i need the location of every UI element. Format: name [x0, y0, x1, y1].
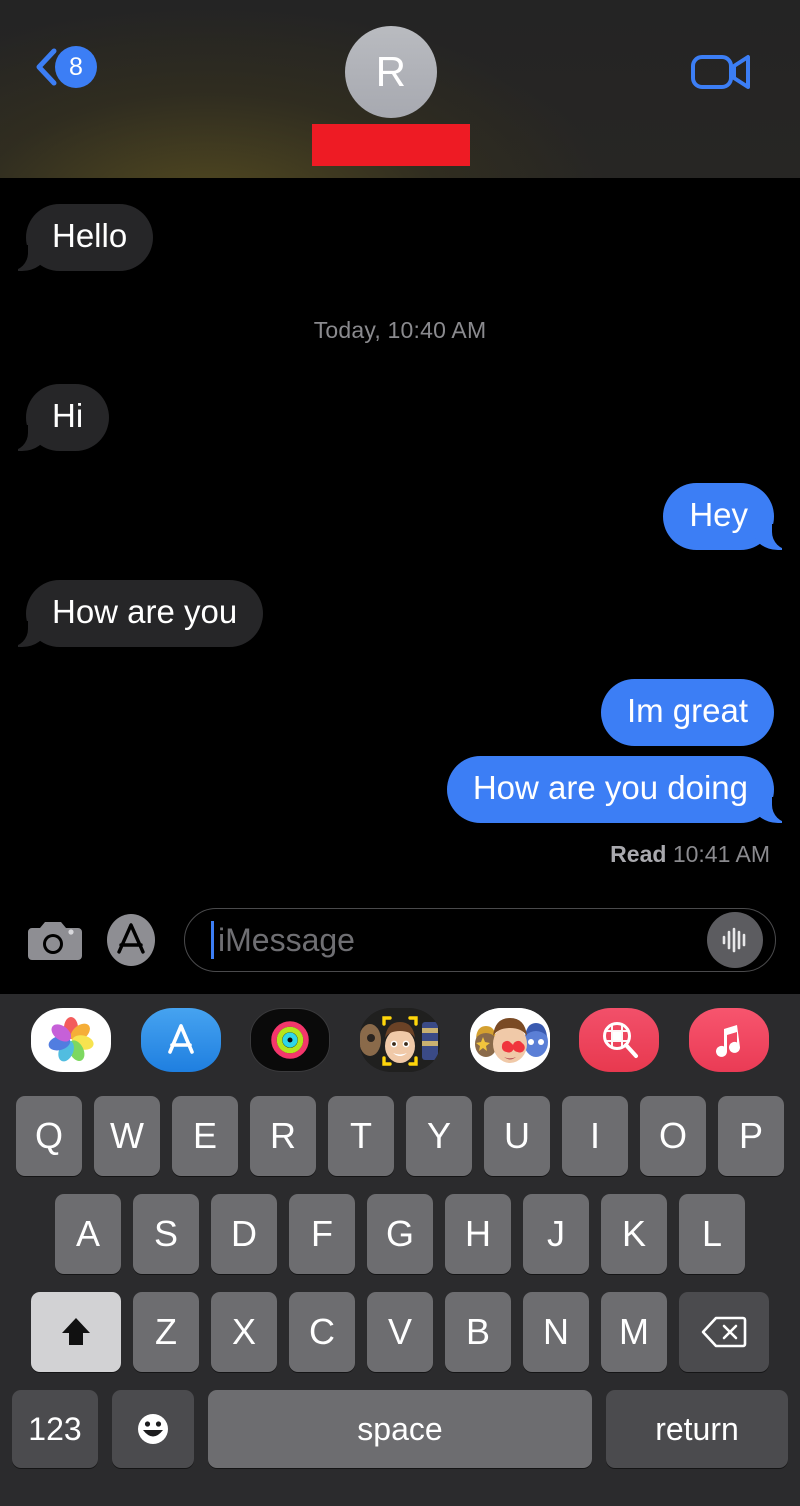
- memoji-stickers-app-icon[interactable]: [469, 1008, 550, 1072]
- message-bubble-outgoing[interactable]: How are you doing: [446, 755, 797, 823]
- keyboard-row-4: 123 space return: [6, 1390, 794, 1468]
- avatar[interactable]: R: [345, 26, 437, 118]
- activity-rings-icon: [271, 1021, 309, 1059]
- key-c[interactable]: C: [289, 1292, 355, 1372]
- onscreen-keyboard: QWERTYUIOP ASDFGHJKL ZXCVBNM 123 space r…: [0, 1086, 800, 1506]
- message-row: Hello: [3, 204, 774, 271]
- message-row: Hi: [3, 383, 774, 451]
- read-receipt: Read 10:41 AM: [26, 841, 774, 868]
- app-store-icon: [107, 914, 162, 966]
- app-store-app-icon[interactable]: [140, 1008, 221, 1072]
- key-i[interactable]: I: [562, 1096, 628, 1176]
- key-f[interactable]: F: [289, 1194, 355, 1274]
- keyboard-row-2: ASDFGHJKL: [6, 1194, 794, 1274]
- unread-count-badge[interactable]: 8: [55, 46, 97, 88]
- imessage-input-field[interactable]: iMessage: [184, 908, 776, 972]
- read-receipt-time: 10:41 AM: [672, 840, 770, 867]
- key-d[interactable]: D: [211, 1194, 277, 1274]
- memoji-camera-icon: [359, 1008, 440, 1072]
- key-r[interactable]: R: [250, 1096, 316, 1176]
- key-w[interactable]: W: [94, 1096, 160, 1176]
- key-g[interactable]: G: [367, 1194, 433, 1274]
- imessage-placeholder: iMessage: [218, 921, 355, 958]
- camera-icon: [28, 922, 82, 960]
- space-key[interactable]: space: [208, 1390, 592, 1468]
- text-cursor: [211, 921, 214, 959]
- memoji-camera-app-icon[interactable]: [359, 1008, 440, 1072]
- app-store-button[interactable]: [104, 912, 162, 968]
- apple-music-app-icon[interactable]: [689, 1008, 770, 1072]
- images-search-app-icon[interactable]: [579, 1008, 660, 1072]
- key-k[interactable]: K: [601, 1194, 667, 1274]
- key-e[interactable]: E: [172, 1096, 238, 1176]
- camera-button[interactable]: [24, 916, 82, 964]
- message-bubble-outgoing[interactable]: Hey: [663, 482, 796, 550]
- message-row: How are you doing: [26, 755, 797, 823]
- key-u[interactable]: U: [484, 1096, 550, 1176]
- audio-waveform-icon: [722, 927, 746, 953]
- message-bubble-outgoing[interactable]: Im great: [600, 678, 774, 746]
- imessage-app-drawer: [0, 994, 800, 1086]
- numbers-key[interactable]: 123: [12, 1390, 98, 1468]
- photos-app-icon[interactable]: [30, 1008, 111, 1072]
- audio-message-button[interactable]: [707, 912, 763, 968]
- key-a[interactable]: A: [55, 1194, 121, 1274]
- avatar-initial: R: [375, 48, 407, 95]
- message-list[interactable]: Hello Today, 10:40 AM Hi Hey How are you…: [0, 204, 800, 886]
- keyboard-row-3: ZXCVBNM: [6, 1292, 794, 1372]
- redacted-contact-name: [312, 124, 470, 166]
- message-row: Hey: [26, 482, 796, 550]
- app-store-glyph-icon: [167, 1024, 194, 1054]
- key-n[interactable]: N: [523, 1292, 589, 1372]
- messages-screen: 8 R Hello Today, 10:40 AM Hi Hey How are…: [0, 0, 800, 1506]
- key-m[interactable]: M: [601, 1292, 667, 1372]
- conversation-timestamp: Today, 10:40 AM: [313, 316, 487, 343]
- read-receipt-label: Read: [610, 840, 667, 867]
- message-row: How are you: [3, 579, 774, 647]
- key-y[interactable]: Y: [406, 1096, 472, 1176]
- key-q[interactable]: Q: [16, 1096, 82, 1176]
- message-bubble-incoming[interactable]: Hi: [3, 383, 110, 451]
- key-l[interactable]: L: [679, 1194, 745, 1274]
- conversation-header: 8 R: [0, 0, 800, 178]
- photos-pinwheel-icon: [48, 1017, 94, 1062]
- keyboard-row-1: QWERTYUIOP: [6, 1096, 794, 1176]
- images-search-icon: [603, 1022, 639, 1058]
- music-note-icon: [716, 1025, 741, 1057]
- delete-key[interactable]: [679, 1292, 769, 1372]
- shift-key[interactable]: [31, 1292, 121, 1372]
- back-button[interactable]: 8: [34, 46, 97, 88]
- message-input-bar: iMessage: [0, 886, 800, 994]
- key-z[interactable]: Z: [133, 1292, 199, 1372]
- message-row: Im great: [26, 678, 774, 746]
- message-bubble-incoming[interactable]: Hello: [3, 204, 154, 271]
- shift-arrow-icon: [62, 1318, 90, 1345]
- key-t[interactable]: T: [328, 1096, 394, 1176]
- activity-rings-app-icon[interactable]: [250, 1008, 331, 1072]
- key-p[interactable]: P: [718, 1096, 784, 1176]
- key-s[interactable]: S: [133, 1194, 199, 1274]
- video-camera-icon: [691, 55, 750, 89]
- key-x[interactable]: X: [211, 1292, 277, 1372]
- message-bubble-incoming[interactable]: How are you: [3, 579, 264, 647]
- return-key[interactable]: return: [606, 1390, 788, 1468]
- key-b[interactable]: B: [445, 1292, 511, 1372]
- emoji-key[interactable]: [112, 1390, 194, 1468]
- backspace-icon: [701, 1316, 747, 1348]
- key-h[interactable]: H: [445, 1194, 511, 1274]
- key-o[interactable]: O: [640, 1096, 706, 1176]
- facetime-button[interactable]: [690, 50, 752, 99]
- key-v[interactable]: V: [367, 1292, 433, 1372]
- memoji-stickers-icon: [469, 1008, 550, 1072]
- key-j[interactable]: J: [523, 1194, 589, 1274]
- emoji-smiley-icon: [138, 1414, 168, 1444]
